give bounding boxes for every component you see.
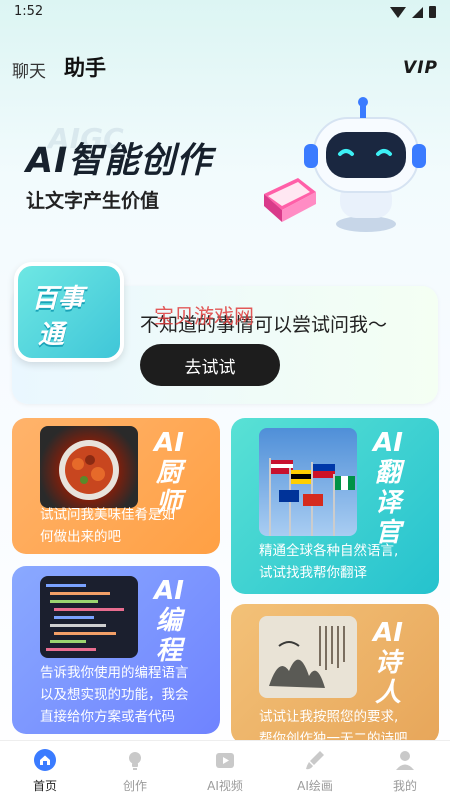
video-icon	[216, 753, 234, 768]
nav-label-ai-video: AI视频	[207, 779, 243, 793]
code-title-line: 编	[155, 606, 182, 636]
translate-title: AI 翻 译 官	[371, 428, 405, 548]
code-desc-line: 告诉我你使用的编程语言	[40, 665, 189, 681]
try-button[interactable]: 去试试	[140, 344, 280, 386]
poet-title-line: AI	[373, 618, 403, 648]
vip-button[interactable]: VIP	[403, 58, 438, 78]
code-desc-line: 以及想实现的功能，我会	[40, 687, 189, 703]
status-bar: 1:52	[0, 0, 450, 26]
feature-card-chef[interactable]: AI 厨 师 试试问我美味佳肴是如 何做出来的吧	[12, 418, 220, 554]
translate-desc-line: 精通全球各种自然语言,	[259, 543, 399, 559]
bottom-nav: 首页 创作 AI视频 AI绘画 我的	[0, 740, 450, 800]
feature-card-poet[interactable]: AI 诗 人 试试让我按照您的要求, 帮你创作独一无二的诗吧	[231, 604, 439, 744]
chef-thumbnail-image	[40, 426, 138, 508]
baishi-badge: 百事 通	[14, 262, 124, 362]
home-icon	[34, 749, 56, 771]
status-time: 1:52	[14, 4, 44, 19]
poet-title-line: 人	[374, 678, 401, 708]
nav-item-ai-drawing[interactable]: AI绘画	[270, 741, 360, 800]
translate-description: 精通全球各种自然语言, 试试找我帮你翻译	[259, 540, 398, 584]
translate-title-line: 翻	[374, 458, 401, 488]
feature-card-translate[interactable]: AI 翻 译 官 精通全球各种自然语言, 试试找我帮你翻译	[231, 418, 439, 594]
battery-icon	[429, 6, 436, 18]
chef-description: 试试问我美味佳肴是如 何做出来的吧	[40, 504, 175, 548]
code-thumbnail-image	[40, 576, 138, 658]
tab-assistant[interactable]: 助手	[64, 52, 106, 82]
code-title: AI 编 程	[152, 576, 186, 666]
poem-thumbnail-image	[259, 616, 357, 698]
nav-label-home: 首页	[32, 779, 57, 793]
poet-desc-line: 试试让我按照您的要求,	[259, 709, 399, 725]
brush-icon	[306, 751, 324, 770]
flags-thumbnail-image	[259, 428, 357, 536]
status-icons	[390, 6, 436, 18]
poet-description: 试试让我按照您的要求, 帮你创作独一无二的诗吧	[259, 706, 408, 744]
translate-title-line: 译	[374, 488, 401, 518]
user-icon	[396, 751, 414, 770]
banner-title: AI智能创作	[26, 141, 213, 181]
poet-title: AI 诗 人	[371, 618, 405, 708]
chef-desc-line: 何做出来的吧	[40, 529, 121, 545]
code-description: 告诉我你使用的编程语言 以及想实现的功能，我会 直接给你方案或者代码	[40, 662, 189, 728]
nav-item-create[interactable]: 创作	[90, 741, 180, 800]
baishi-badge-line2: 通	[38, 320, 65, 350]
tab-chat[interactable]: 聊天	[12, 57, 46, 82]
header: 聊天 助手 VIP	[0, 48, 450, 88]
poet-title-line: 诗	[374, 648, 401, 678]
watermark-text: 宝贝游戏网	[154, 304, 254, 328]
translate-desc-line: 试试找我帮你翻译	[259, 565, 367, 581]
signal-icon	[412, 6, 423, 18]
translate-title-line: AI	[373, 428, 403, 458]
nav-label-ai-drawing: AI绘画	[297, 779, 333, 793]
chef-title-line: 厨	[155, 458, 182, 488]
chef-title-line: AI	[154, 428, 184, 458]
code-title-line: AI	[154, 576, 184, 606]
nav-item-home[interactable]: 首页	[0, 741, 90, 800]
nav-label-create: 创作	[122, 779, 147, 793]
nav-item-profile[interactable]: 我的	[360, 741, 450, 800]
baishi-badge-line1: 百事	[32, 284, 85, 314]
banner-subtitle: 让文字产生价值	[26, 190, 160, 212]
robot-icon	[304, 97, 426, 232]
chef-desc-line: 试试问我美味佳肴是如	[40, 507, 175, 523]
nav-item-ai-video[interactable]: AI视频	[180, 741, 270, 800]
nav-label-profile: 我的	[392, 779, 417, 793]
feature-card-code[interactable]: AI 编 程 告诉我你使用的编程语言 以及想实现的功能，我会 直接给你方案或者代…	[12, 566, 220, 734]
code-desc-line: 直接给你方案或者代码	[40, 709, 175, 725]
wifi-icon	[390, 6, 406, 18]
lightbulb-icon	[129, 752, 141, 770]
